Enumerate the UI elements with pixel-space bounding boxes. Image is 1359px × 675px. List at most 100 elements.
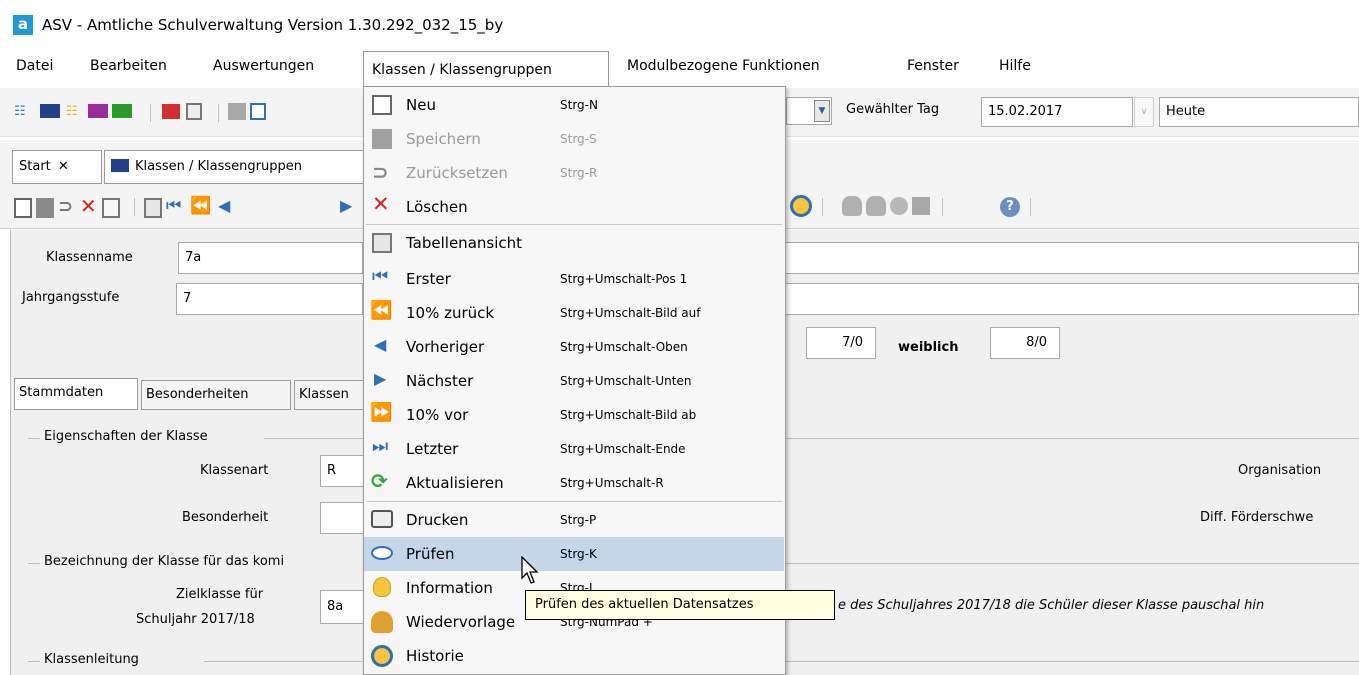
- stamp-icon[interactable]: [890, 197, 908, 215]
- course-icon[interactable]: [88, 104, 108, 118]
- back-10-icon: ⏪: [370, 300, 393, 321]
- export-icon[interactable]: [186, 103, 202, 120]
- organisation-label: Organisation: [1238, 463, 1322, 478]
- history-clock-icon[interactable]: [790, 195, 812, 217]
- person-icon[interactable]: [842, 196, 862, 216]
- note-icon[interactable]: [912, 197, 930, 215]
- window-icon[interactable]: [250, 103, 266, 120]
- class-list-icon[interactable]: [40, 104, 60, 118]
- menu-item-letzter[interactable]: ⏭ Letzter Strg+Umschalt-Ende: [364, 432, 784, 466]
- menu-item-vorheriger[interactable]: ◀ Vorheriger Strg+Umschalt-Oben: [364, 330, 784, 364]
- count-weiblich-field: 8/0: [990, 327, 1060, 359]
- menu-separator: [366, 224, 782, 225]
- persons-icon[interactable]: [866, 196, 886, 216]
- previous-icon: ◀: [374, 335, 387, 354]
- window-title: ASV - Amtliche Schulverwaltung Version 1…: [42, 16, 504, 34]
- gewaehlter-tag-label: Gewählter Tag: [846, 102, 940, 117]
- klassenart-label: Klassenart: [200, 463, 269, 478]
- menu-datei[interactable]: Datei: [16, 58, 53, 74]
- weiblich-label: weiblich: [898, 340, 959, 355]
- eigenschaften-title: Eigenschaften der Klasse: [44, 429, 208, 444]
- reset-icon[interactable]: ⊃: [58, 196, 78, 218]
- menu-bearbeiten[interactable]: Bearbeiten: [90, 58, 167, 74]
- new-icon[interactable]: [14, 198, 32, 218]
- tab-besonderheiten[interactable]: Besonderheiten: [141, 380, 291, 410]
- group-line: [786, 438, 1359, 439]
- app-logo-icon: a: [13, 15, 33, 35]
- back-10-icon[interactable]: ⏪: [190, 196, 214, 218]
- first-icon: ⏮: [372, 266, 389, 287]
- people-group-icon[interactable]: ☷: [14, 104, 38, 119]
- tab-start-label: Start: [19, 159, 51, 174]
- menu-item-pruefen[interactable]: Prüfen Strg-K: [364, 537, 784, 571]
- form-icon[interactable]: [102, 198, 120, 218]
- check-eye-icon: [371, 546, 393, 560]
- menu-item-aktualisieren[interactable]: ⟳ Aktualisieren Strg+Umschalt-R: [364, 466, 784, 500]
- students-icon[interactable]: ☷: [66, 104, 84, 119]
- heute-field[interactable]: Heute: [1159, 97, 1359, 127]
- menu-item-historie[interactable]: Historie: [364, 639, 784, 673]
- group-line: [786, 661, 1359, 662]
- first-icon[interactable]: ⏮: [166, 196, 188, 218]
- menu-auswertungen[interactable]: Auswertungen: [213, 58, 314, 74]
- group-line: [28, 661, 40, 662]
- jahrgangsstufe-extra-input[interactable]: [784, 283, 1359, 315]
- menu-fenster[interactable]: Fenster: [907, 58, 959, 74]
- module-icon[interactable]: [228, 103, 246, 120]
- menu-item-tabellenansicht[interactable]: Tabellenansicht: [364, 226, 784, 260]
- save-icon[interactable]: [36, 198, 54, 218]
- bell-icon: [371, 611, 393, 633]
- chevron-down-icon[interactable]: ▼: [814, 100, 830, 122]
- klassenname-extra-input[interactable]: [784, 242, 1359, 274]
- help-icon[interactable]: ?: [1000, 197, 1020, 217]
- menu-hilfe[interactable]: Hilfe: [999, 58, 1031, 74]
- menu-modulbezogene-funktionen[interactable]: Modulbezogene Funktionen: [627, 58, 820, 74]
- menu-item-loeschen[interactable]: ✕ Löschen: [364, 190, 784, 224]
- save-icon: [372, 129, 392, 149]
- tab-klassen-inner[interactable]: Klassen: [294, 380, 364, 410]
- class-list-icon: [111, 159, 129, 172]
- klassenname-input[interactable]: 7a: [178, 242, 363, 274]
- zielklasse-hint: e des Schuljahres 2017/18 die Schüler di…: [838, 598, 1265, 613]
- date-dropdown-chevron-icon[interactable]: ∨: [1134, 97, 1154, 127]
- forward-10-icon: ⏩: [370, 402, 393, 423]
- menu-item-speichern[interactable]: Speichern Strg-S: [364, 122, 784, 156]
- last-icon: ⏭: [372, 436, 389, 457]
- klassenart-input[interactable]: R: [320, 455, 364, 487]
- tab-stammdaten[interactable]: Stammdaten: [14, 378, 138, 410]
- menu-item-neu[interactable]: Neu Strg-N: [364, 88, 784, 122]
- date-field[interactable]: 15.02.2017: [981, 97, 1133, 127]
- table-view-icon: [372, 233, 392, 253]
- menu-item-10-prozent-zurueck[interactable]: ⏪ 10% zurück Strg+Umschalt-Bild auf: [364, 296, 784, 330]
- group-icon[interactable]: [112, 104, 132, 118]
- toolbar-divider: [218, 104, 219, 122]
- menu-item-zuruecksetzen[interactable]: ⊃ Zurücksetzen Strg-R: [364, 156, 784, 190]
- zielklasse-input[interactable]: 8a: [320, 590, 364, 624]
- tab-klassen[interactable]: Klassen / Klassengruppen: [104, 150, 366, 184]
- group-line: [204, 661, 364, 662]
- new-icon: [372, 95, 392, 115]
- menu-item-naechster[interactable]: ▶ Nächster Strg+Umschalt-Unten: [364, 364, 784, 398]
- jahrgangsstufe-label: Jahrgangsstufe: [22, 290, 120, 305]
- menu-item-10-prozent-vor[interactable]: ⏩ 10% vor Strg+Umschalt-Bild ab: [364, 398, 784, 432]
- close-icon[interactable]: ✕: [58, 159, 69, 174]
- previous-icon[interactable]: ◀: [218, 196, 236, 218]
- menu-klassen[interactable]: Klassen / Klassengruppen: [363, 51, 609, 87]
- toolbar-divider: [150, 104, 151, 122]
- besonderheit-input[interactable]: [320, 502, 364, 534]
- next-icon[interactable]: ▶: [340, 196, 358, 218]
- jahrgangsstufe-input[interactable]: 7: [176, 283, 363, 315]
- group-line: [28, 438, 40, 439]
- menu-item-erster[interactable]: ⏮ Erster Strg+Umschalt-Pos 1: [364, 262, 784, 296]
- toolbar-divider: [822, 198, 823, 216]
- report-icon[interactable]: [162, 104, 180, 119]
- diff-foerderschwerpunkt-label: Diff. Förderschwe: [1200, 510, 1314, 525]
- tab-start[interactable]: Start ✕: [12, 150, 102, 184]
- menu-item-drucken[interactable]: Drucken Strg-P: [364, 503, 784, 537]
- title-bar: a ASV - Amtliche Schulverwaltung Version…: [0, 0, 1359, 48]
- reset-icon: ⊃: [372, 160, 389, 184]
- toolbar-divider: [1030, 198, 1031, 216]
- table-view-icon[interactable]: [144, 198, 162, 218]
- refresh-icon: ⟳: [371, 469, 388, 493]
- delete-icon[interactable]: ✕: [80, 194, 100, 218]
